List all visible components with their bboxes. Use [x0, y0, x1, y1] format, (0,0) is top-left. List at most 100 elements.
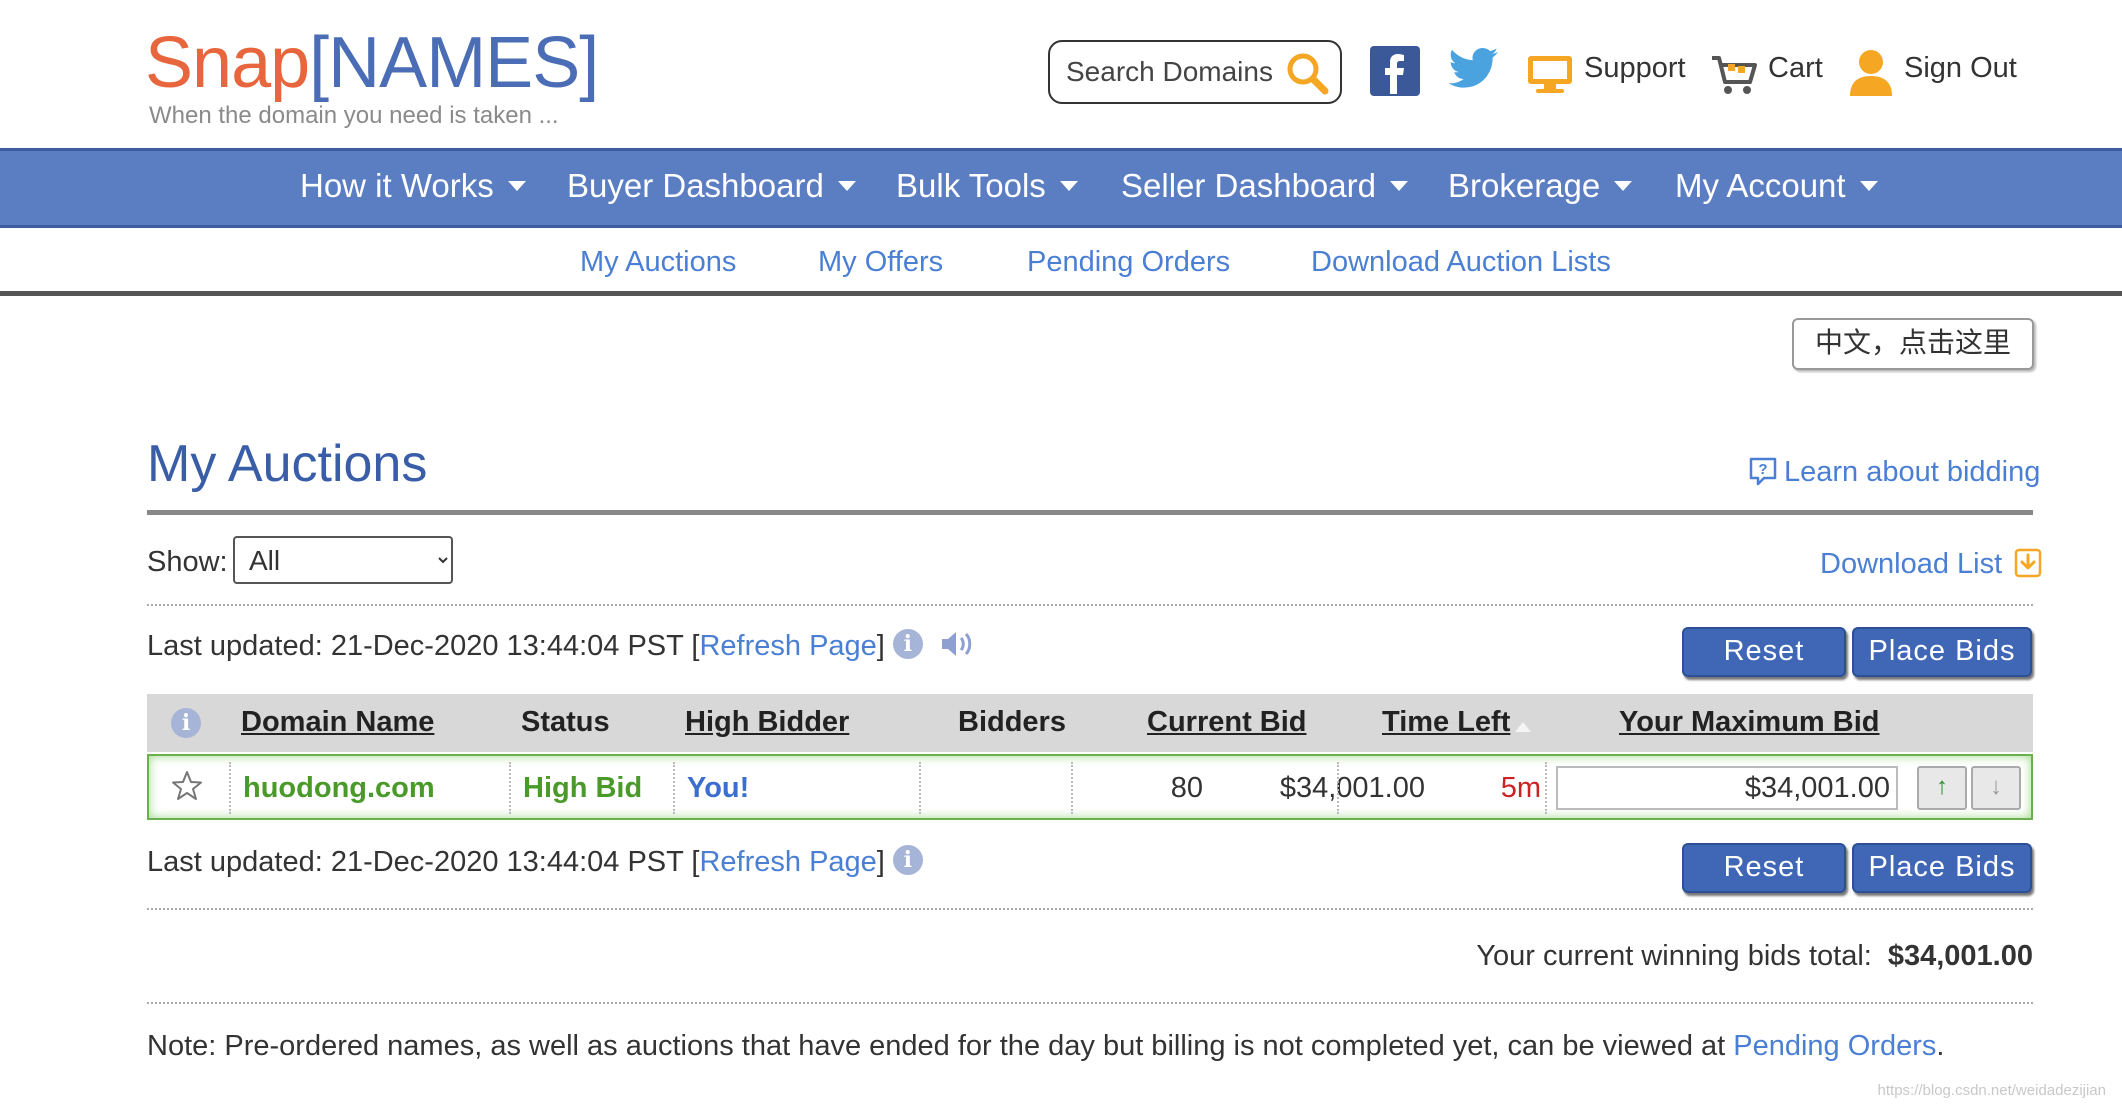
learn-link-label: Learn about bidding — [1784, 456, 2041, 488]
cell-separator — [509, 762, 511, 814]
winning-total-label: Your current winning bids total: — [1476, 940, 1872, 972]
nav-label: Bulk Tools — [896, 167, 1046, 204]
cell-separator — [1545, 762, 1547, 814]
place-bids-button-top[interactable]: Place Bids — [1852, 627, 2032, 677]
caret-down-icon — [507, 181, 526, 192]
help-speech-icon: ? — [1749, 458, 1777, 486]
caret-down-icon — [1614, 181, 1633, 192]
nav-bulk-tools[interactable]: Bulk Tools — [896, 167, 1078, 205]
search-input[interactable] — [1066, 52, 1286, 92]
note-end: . — [1936, 1030, 1945, 1062]
nav-label: Brokerage — [1448, 167, 1601, 204]
svg-text:?: ? — [1758, 461, 1767, 478]
pending-orders-note: Note: Pre-ordered names, as well as auct… — [147, 1030, 1944, 1063]
sign-out-link[interactable]: Sign Out — [1904, 52, 2017, 85]
caret-down-icon — [1859, 181, 1878, 192]
winning-total-value: $34,001.00 — [1887, 940, 2033, 972]
support-monitor-icon[interactable] — [1526, 54, 1574, 94]
caret-down-icon — [1059, 181, 1078, 192]
info-icon[interactable]: i — [892, 845, 923, 876]
refresh-page-link[interactable]: Refresh Page — [699, 846, 876, 878]
high-bidder-cell: You! — [687, 772, 750, 804]
nav-brokerage[interactable]: Brokerage — [1448, 167, 1633, 205]
logo-snap-text: Snap — [145, 23, 310, 103]
show-label: Show: — [147, 546, 228, 578]
search-box — [1048, 40, 1342, 104]
table-row: huodong.com High Bid You! 80 $34,001.00 … — [147, 754, 2033, 820]
subnav-pending-orders[interactable]: Pending Orders — [1027, 246, 1230, 279]
download-list-label: Download List — [1820, 548, 2003, 580]
subnav-my-offers[interactable]: My Offers — [818, 246, 943, 279]
col-current-bid[interactable]: Current Bid — [1147, 706, 1307, 739]
download-list-link[interactable]: Download List — [1820, 548, 2042, 581]
nav-seller-dashboard[interactable]: Seller Dashboard — [1121, 167, 1408, 205]
status-cell: High Bid — [523, 772, 643, 804]
cart-icon[interactable] — [1710, 54, 1758, 96]
dotted-divider — [147, 604, 2033, 606]
nav-my-account[interactable]: My Account — [1675, 167, 1878, 205]
cell-separator — [1337, 762, 1339, 814]
nav-buyer-dashboard[interactable]: Buyer Dashboard — [567, 167, 856, 205]
cart-link[interactable]: Cart — [1768, 52, 1823, 85]
user-icon[interactable] — [1848, 48, 1894, 98]
note-pending-orders-link[interactable]: Pending Orders — [1733, 1030, 1936, 1062]
current-bid-cell: $34,001.00 — [1279, 772, 1425, 804]
cell-separator — [673, 762, 675, 814]
col-bidders: Bidders — [958, 706, 1066, 738]
col-high-bidder[interactable]: High Bidder — [685, 706, 849, 739]
star-favorite-icon[interactable] — [171, 770, 203, 802]
place-bids-button-bottom[interactable]: Place Bids — [1852, 843, 2032, 893]
nav-label: Buyer Dashboard — [567, 167, 824, 204]
last-updated-top: Last updated: 21-Dec-2020 13:44:04 PST [… — [147, 629, 975, 663]
cell-separator — [1071, 762, 1073, 814]
last-updated-text: Last updated: 21-Dec-2020 13:44:04 PST [ — [147, 630, 700, 662]
download-icon — [2014, 549, 2042, 578]
time-left-cell: 5m — [1500, 772, 1541, 804]
subnav-download-auction-lists[interactable]: Download Auction Lists — [1311, 246, 1611, 279]
max-bid-input[interactable] — [1556, 766, 1898, 810]
logo-tagline: When the domain you need is taken ... — [149, 102, 559, 129]
search-icon[interactable] — [1284, 50, 1330, 96]
last-updated-text: Last updated: 21-Dec-2020 13:44:04 PST [ — [147, 846, 700, 878]
chinese-language-button[interactable]: 中文，点击这里 — [1792, 318, 2034, 370]
show-filter-select[interactable]: All — [233, 536, 453, 584]
sub-nav: My Auctions My Offers Pending Orders Dow… — [0, 228, 2122, 296]
bracket-close: ] — [876, 846, 885, 878]
sort-asc-icon — [1515, 722, 1531, 732]
title-divider — [147, 510, 2033, 515]
page-title: My Auctions — [147, 435, 428, 493]
facebook-icon[interactable] — [1370, 46, 1420, 96]
learn-about-bidding-link[interactable]: ? Learn about bidding — [1748, 456, 2040, 489]
dotted-divider — [147, 908, 2033, 910]
reset-button-bottom[interactable]: Reset — [1682, 843, 1846, 893]
last-updated-bottom: Last updated: 21-Dec-2020 13:44:04 PST [… — [147, 845, 923, 879]
table-info-icon[interactable]: i — [171, 708, 201, 738]
nav-label: How it Works — [300, 167, 494, 204]
nav-label: Seller Dashboard — [1121, 167, 1376, 204]
reset-button-top[interactable]: Reset — [1682, 627, 1846, 677]
info-icon[interactable]: i — [892, 629, 923, 660]
site-header: Snap[NAMES] When the domain you need is … — [0, 0, 2122, 148]
col-domain-name[interactable]: Domain Name — [241, 706, 434, 739]
col-your-maximum-bid[interactable]: Your Maximum Bid — [1619, 706, 1880, 739]
dotted-divider — [147, 1002, 2033, 1004]
caret-down-icon — [1389, 181, 1408, 192]
cell-separator — [919, 762, 921, 814]
logo-names-text: NAMES — [328, 23, 580, 103]
auction-table-header: i Domain Name Status High Bidder Bidders… — [147, 694, 2033, 752]
refresh-page-link[interactable]: Refresh Page — [699, 630, 876, 662]
col-time-left[interactable]: Time Left — [1382, 706, 1510, 739]
bracket-close: ] — [876, 630, 885, 662]
twitter-icon[interactable] — [1448, 46, 1500, 92]
note-text: Note: Pre-ordered names, as well as auct… — [147, 1030, 1734, 1062]
increase-bid-arrow-up-icon[interactable]: ↑ — [1917, 766, 1967, 810]
support-link[interactable]: Support — [1584, 52, 1686, 85]
speaker-sound-icon[interactable] — [939, 629, 975, 659]
decrease-bid-arrow-down-icon[interactable]: ↓ — [1971, 766, 2021, 810]
snapnames-logo[interactable]: Snap[NAMES] When the domain you need is … — [145, 23, 599, 130]
bidders-cell: 80 — [1170, 772, 1203, 804]
nav-how-it-works[interactable]: How it Works — [300, 167, 526, 205]
subnav-my-auctions[interactable]: My Auctions — [580, 246, 736, 279]
logo-bracket-right: ] — [579, 23, 599, 103]
domain-name-cell[interactable]: huodong.com — [243, 772, 435, 805]
